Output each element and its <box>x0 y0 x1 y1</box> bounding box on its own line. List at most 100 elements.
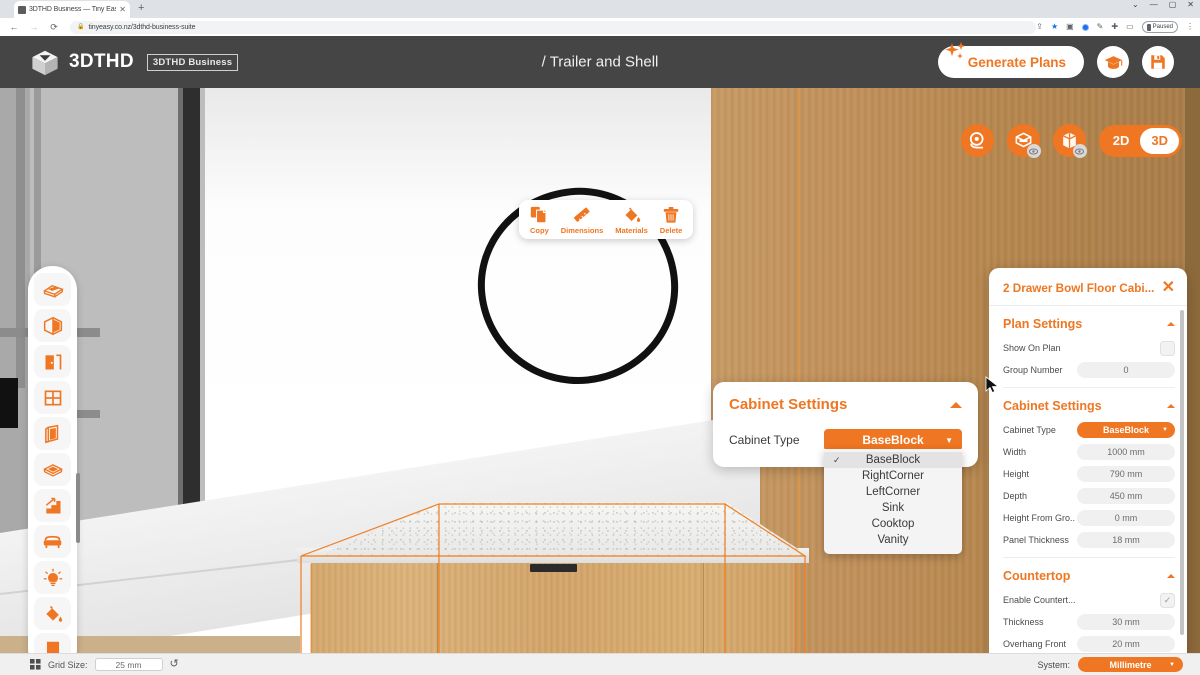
collapse-triangle-up-icon[interactable] <box>950 401 962 408</box>
section-header-countertop[interactable]: Countertop <box>1003 558 1175 590</box>
property-label: Overhang Front <box>1003 639 1067 649</box>
forward-icon[interactable]: → <box>24 22 44 32</box>
stairs-icon <box>45 497 60 513</box>
width-input[interactable]: 1000 mm <box>1077 444 1175 460</box>
cabinet-type-dropdown-menu: ✓ BaseBlock RightCorner LeftCorner Sink … <box>824 449 962 554</box>
cast-icon[interactable]: ▣ <box>1066 23 1074 31</box>
chevron-down-icon: ▼ <box>945 435 953 445</box>
height-input[interactable]: 790 mm <box>1077 466 1175 482</box>
collapse-triangle-up-icon[interactable] <box>1167 574 1175 578</box>
tab-2d[interactable]: 2D <box>1102 128 1141 154</box>
bookmark-star-icon[interactable]: ★ <box>1051 23 1058 31</box>
close-icon[interactable]: ✕ <box>1162 280 1175 296</box>
dropdown-option-rightcorner[interactable]: RightCorner <box>824 468 962 484</box>
reset-grid-icon[interactable]: ↺ <box>170 659 179 670</box>
trash-icon <box>663 207 679 223</box>
section-title: Countertop <box>1003 569 1071 583</box>
panel-icon <box>45 424 59 443</box>
delete-label: Delete <box>659 226 683 235</box>
mouse-cursor <box>985 376 1000 394</box>
grid-size-label: Grid Size: <box>48 659 88 670</box>
maximize-button[interactable]: ▢ <box>1169 1 1177 9</box>
collapse-triangle-up-icon[interactable] <box>1167 322 1175 326</box>
thickness-input[interactable]: 30 mm <box>1077 614 1175 630</box>
sidebar-item-panel-tool[interactable] <box>34 417 71 450</box>
profile-icon[interactable] <box>1081 23 1089 31</box>
sidebar-item-shell-tool[interactable] <box>34 309 71 342</box>
shell-visibility-button[interactable] <box>1006 124 1041 158</box>
viewport-3d[interactable]: Copy Dimensions Materials Delete 2D 3D C… <box>0 88 1200 653</box>
debugger-paused-badge[interactable]: Paused <box>1141 21 1178 33</box>
system-units-dropdown[interactable]: Millimetre ▼ <box>1078 657 1183 672</box>
cabinet-object[interactable] <box>297 498 809 653</box>
show-on-plan-checkbox[interactable]: ✓ <box>1160 340 1175 356</box>
tab-title: 3DTHD Business — Tiny Easy - T <box>29 6 116 13</box>
enable-countertop-checkbox[interactable]: ✓ <box>1160 592 1175 608</box>
grid-size-input[interactable]: 25 mm <box>94 658 163 671</box>
cabinet-type-value: BaseBlock <box>1102 425 1150 435</box>
pen-icon[interactable]: ✎ <box>1097 23 1104 31</box>
collapse-triangle-up-icon[interactable] <box>1167 404 1175 408</box>
cabinet-type-dropdown[interactable]: BaseBlock ▼ <box>1077 422 1175 438</box>
delete-button[interactable]: Delete <box>655 206 688 235</box>
address-bar[interactable]: 🔒 tinyeasy.co.nz/3dthd-business-suite <box>70 20 1037 34</box>
sidebar-item-stairs-tool[interactable] <box>34 489 71 522</box>
section-header-cabinet-settings[interactable]: Cabinet Settings <box>1003 388 1175 420</box>
sidebar-item-furniture-tool[interactable] <box>34 525 71 558</box>
sidebar-item-materials-tool[interactable] <box>34 597 71 630</box>
dropdown-option-cooktop[interactable]: Cooktop <box>824 516 962 532</box>
panel-thickness-input[interactable]: 18 mm <box>1077 532 1175 548</box>
share-icon[interactable]: ⇪ <box>1036 23 1043 31</box>
tab-close-icon[interactable]: ✕ <box>119 5 126 14</box>
tool-rail-scrollbar[interactable] <box>76 473 80 543</box>
copy-icon <box>531 206 547 224</box>
generate-plans-button[interactable]: Generate Plans <box>937 42 1084 78</box>
scene-stud <box>16 88 25 388</box>
browser-menu-icon[interactable]: ⋮ <box>1186 23 1194 31</box>
dimensions-button[interactable]: Dimensions <box>556 206 609 235</box>
overhang-front-input[interactable]: 20 mm <box>1077 636 1175 652</box>
dropdown-option-sink[interactable]: Sink <box>824 500 962 516</box>
extensions-icon[interactable]: ✚ <box>1111 23 1118 31</box>
materials-button[interactable]: Materials <box>610 206 653 235</box>
tutorial-button[interactable] <box>1097 46 1129 78</box>
sidebar-item-door-tool[interactable] <box>34 345 71 378</box>
property-label: Height <box>1003 469 1030 479</box>
dropdown-option-leftcorner[interactable]: LeftCorner <box>824 484 962 500</box>
sidebar-item-floor-tool[interactable] <box>34 273 71 306</box>
sidebar-item-bookmark-tool[interactable] <box>34 633 71 653</box>
minimize-button[interactable]: — <box>1150 1 1158 9</box>
dropdown-option-vanity[interactable]: Vanity <box>824 532 962 548</box>
sidebar-item-roof-tool[interactable] <box>34 453 71 486</box>
tab-3d[interactable]: 3D <box>1140 127 1179 154</box>
new-tab-button[interactable]: + <box>138 3 144 14</box>
browser-tab[interactable]: 3DTHD Business — Tiny Easy - T ✕ <box>14 1 130 18</box>
group-number-input[interactable]: 0 <box>1077 362 1175 378</box>
property-row-enable-countertop: Enable Countert... ✓ <box>1003 590 1175 610</box>
sidebar-item-lighting-tool[interactable] <box>34 561 71 594</box>
height-from-ground-input[interactable]: 0 mm <box>1077 510 1175 526</box>
check-icon: ✓ <box>833 454 841 465</box>
browser-tabstrip: 3DTHD Business — Tiny Easy - T ✕ + ⌄ — ▢… <box>0 0 1200 18</box>
section-header-plan-settings[interactable]: Plan Settings <box>1003 306 1175 338</box>
side-panel-icon[interactable]: ▭ <box>1126 23 1134 31</box>
measure-tool-button[interactable] <box>960 124 994 157</box>
property-label: Depth <box>1003 491 1028 501</box>
room-visibility-button[interactable] <box>1052 124 1087 158</box>
copy-button[interactable]: Copy <box>525 206 554 235</box>
property-row-group-number: Group Number 0 <box>1003 360 1175 380</box>
properties-scrollbar[interactable] <box>1180 310 1184 635</box>
reload-icon[interactable]: ⟳ <box>44 22 64 32</box>
dropdown-option-baseblock[interactable]: ✓ BaseBlock <box>824 452 962 468</box>
properties-body: Plan Settings Show On Plan ✓ Group Numbe… <box>989 306 1187 653</box>
back-icon[interactable]: ← <box>4 22 24 32</box>
bookmark-icon <box>46 641 59 653</box>
dropdown-option-label: Cooktop <box>871 518 915 530</box>
window-close-button[interactable]: ✕ <box>1187 1 1194 9</box>
cabinet-type-dropdown[interactable]: BaseBlock ▼ <box>824 429 962 451</box>
sidebar-item-window-tool[interactable] <box>34 381 71 414</box>
depth-input[interactable]: 450 mm <box>1077 488 1175 504</box>
chevron-down-icon[interactable]: ⌄ <box>1132 1 1139 9</box>
save-button[interactable] <box>1142 46 1174 78</box>
property-label: Height From Gro... <box>1003 513 1075 523</box>
